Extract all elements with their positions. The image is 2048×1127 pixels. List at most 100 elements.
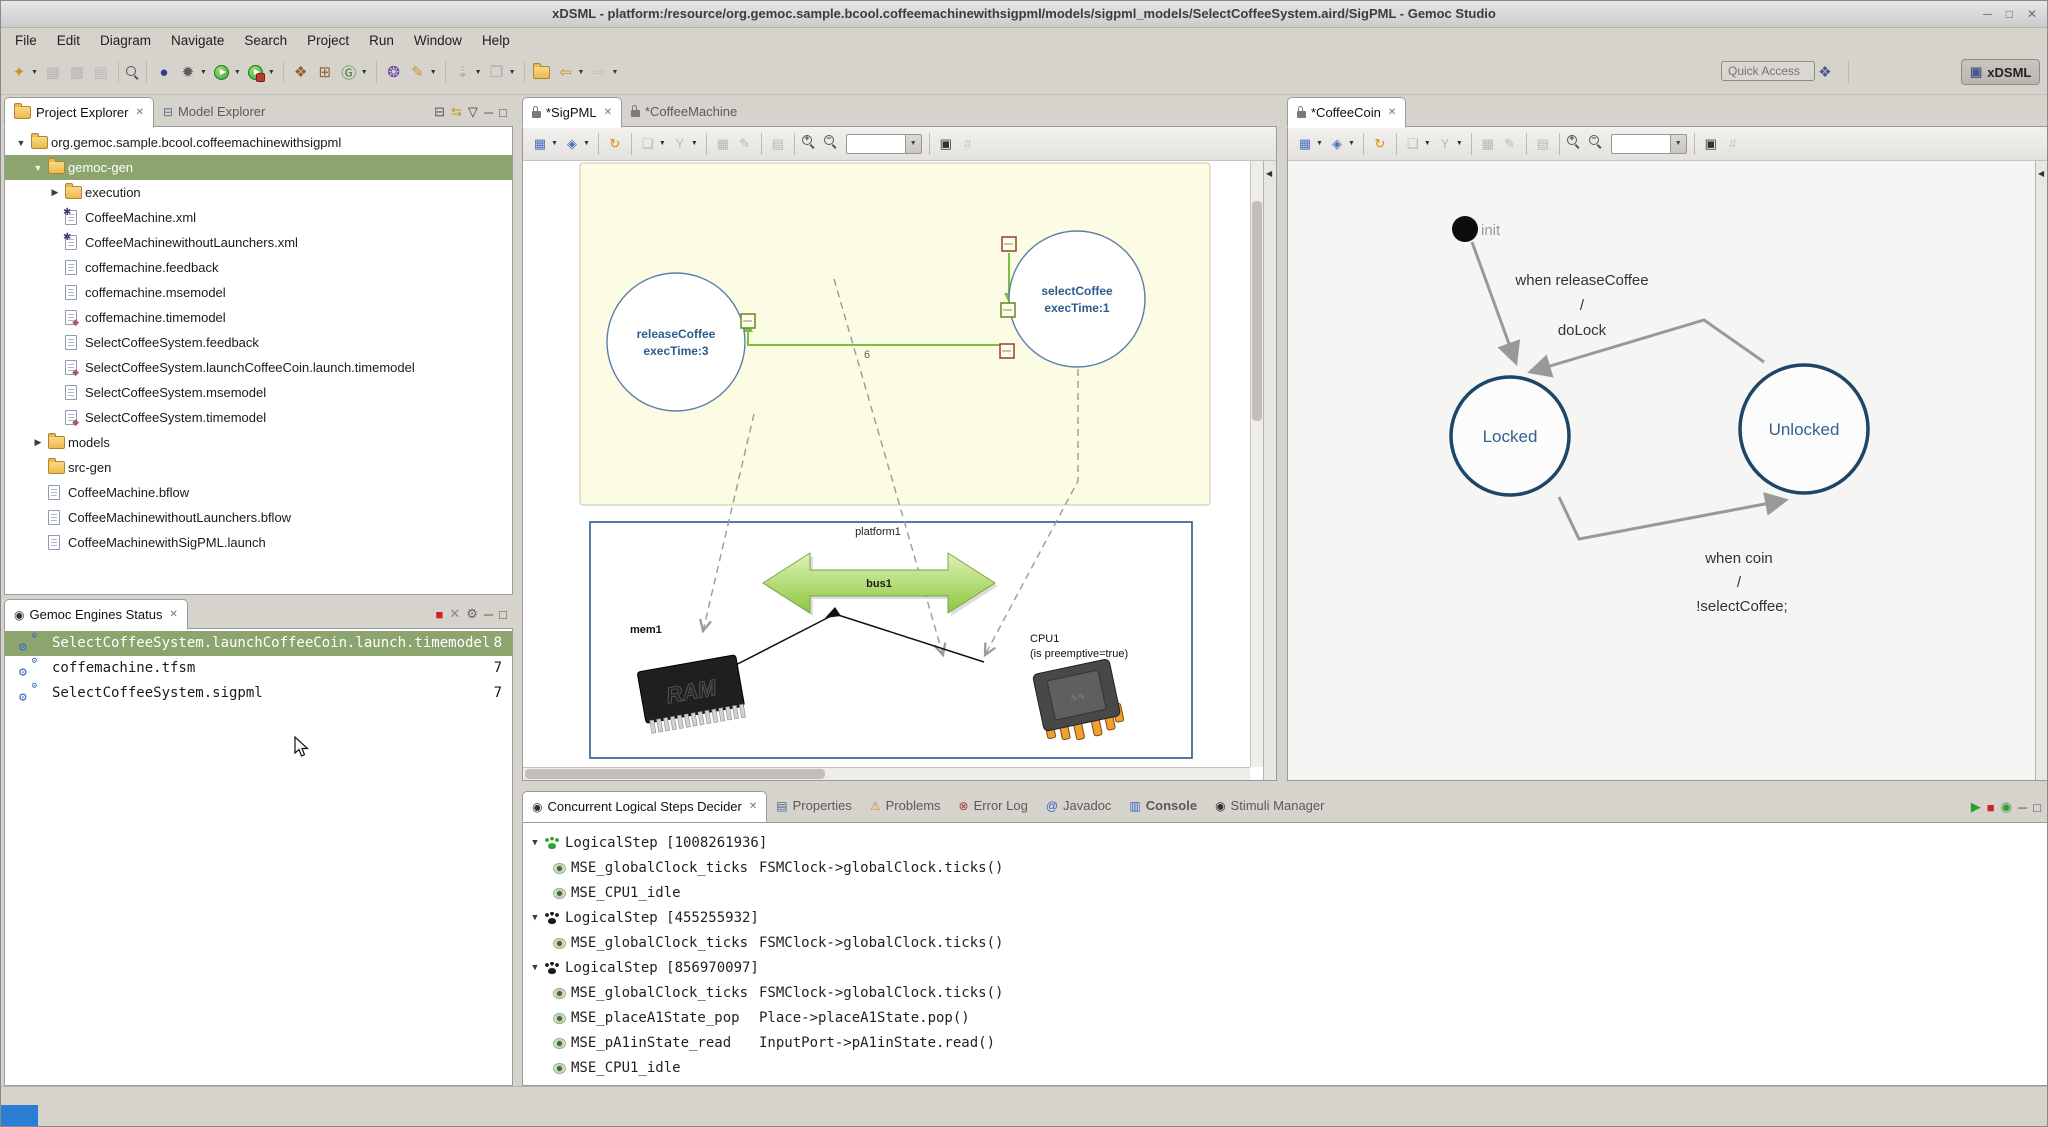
tree-item-gemoc-gen[interactable]: ▼gemoc-gen: [5, 155, 512, 180]
chevron-down-icon[interactable]: ▼: [583, 140, 590, 147]
snapshot-icon[interactable]: ▣: [936, 134, 956, 154]
new-gemoc-project-icon[interactable]: Ⓖ: [338, 61, 360, 83]
mse-row[interactable]: MSE_pA1inState_readInputPort->pA1inState…: [523, 1031, 2048, 1056]
mse-row[interactable]: MSE_CPU1_idle: [523, 881, 2048, 906]
twistie-icon[interactable]: ▼: [529, 838, 541, 848]
tree-item-selectcoffeesystem-launchcoffeecoin-launch-timemodel[interactable]: SelectCoffeeSystem.launchCoffeeCoin.laun…: [5, 355, 512, 380]
annotate-icon[interactable]: ✎: [407, 61, 429, 83]
export-diagram-icon[interactable]: ▦: [713, 134, 733, 154]
search-dialog-icon[interactable]: [125, 65, 140, 80]
tab-concurrent-logical-steps-decider[interactable]: ◉Concurrent Logical Steps Decider✕: [522, 791, 767, 822]
tree-item-coffeemachine-bflow[interactable]: CoffeeMachine.bflow: [5, 480, 512, 505]
chevron-down-icon[interactable]: ▼: [234, 69, 241, 76]
tree-item-src-gen[interactable]: src-gen: [5, 455, 512, 480]
close-icon[interactable]: ✕: [169, 609, 177, 620]
tab-problems[interactable]: ⚠Problems: [861, 791, 950, 820]
tree-item-selectcoffeesystem-msemodel[interactable]: SelectCoffeeSystem.msemodel: [5, 380, 512, 405]
chevron-down-icon[interactable]: ▼: [361, 69, 368, 76]
export-diagram-icon[interactable]: ▦: [1478, 134, 1498, 154]
pe-minimize-icon[interactable]: ─: [484, 105, 493, 120]
mse-row[interactable]: MSE_CPU1_idle: [523, 1056, 2048, 1081]
engine-row[interactable]: SelectCoffeeSystem.launchCoffeeCoin.laun…: [5, 631, 512, 656]
zoom-level-input[interactable]: [1611, 134, 1671, 154]
new-package-icon[interactable]: ❖: [290, 61, 312, 83]
close-icon[interactable]: ✕: [749, 801, 757, 812]
mse-row[interactable]: MSE_globalClock_ticksFSMClock->globalClo…: [523, 981, 2048, 1006]
save-icon[interactable]: ▦: [42, 61, 64, 83]
chevron-down-icon[interactable]: ▼: [268, 69, 275, 76]
chevron-down-icon[interactable]: ▼: [430, 69, 437, 76]
zoom-level-input[interactable]: [846, 134, 906, 154]
debug-model-icon[interactable]: ●: [153, 61, 175, 83]
tab-stimuli-manager[interactable]: ◉Stimuli Manager: [1206, 791, 1333, 820]
copy-appearance-icon[interactable]: ❏: [638, 134, 658, 154]
menu-search[interactable]: Search: [234, 30, 297, 51]
save-all-icon[interactable]: ▩: [66, 61, 88, 83]
zoom-level-combo[interactable]: ▼: [1611, 134, 1687, 154]
menu-file[interactable]: File: [5, 30, 47, 51]
collapsed-palette[interactable]: ◀: [2035, 161, 2048, 780]
actor-releasecoffee[interactable]: [607, 273, 745, 411]
decider-resume-icon[interactable]: ▶: [1971, 799, 1981, 815]
chevron-down-icon[interactable]: ▼: [509, 69, 516, 76]
menu-edit[interactable]: Edit: [47, 30, 90, 51]
logical-step-row[interactable]: ▼LogicalStep [1008261936]: [523, 831, 2048, 856]
snapshot-icon[interactable]: ▣: [1701, 134, 1721, 154]
run-icon[interactable]: [211, 61, 233, 83]
tree-item-org-gemoc-sample-bcool-coffeemachinewithsigpml[interactable]: ▼org.gemoc.sample.bcool.coffeemachinewit…: [5, 130, 512, 155]
tab--coffeemachine[interactable]: *CoffeeMachine: [622, 97, 746, 126]
tree-item-models[interactable]: ▶models: [5, 430, 512, 455]
pe-maximize-icon[interactable]: □: [499, 105, 507, 120]
close-icon[interactable]: ✕: [1388, 107, 1396, 118]
pe-collapse-all-icon[interactable]: ⊟: [434, 104, 445, 120]
eng-dispose-engine-icon[interactable]: ✕: [449, 606, 460, 622]
palette-expand-icon[interactable]: ◀: [2038, 169, 2044, 178]
splitter-editors[interactable]: [1277, 97, 1287, 781]
chevron-down-icon[interactable]: ▼: [1424, 140, 1431, 147]
edit-mode-icon[interactable]: ✎: [735, 134, 755, 154]
decider-engine-health-icon[interactable]: ◉: [2001, 799, 2012, 815]
chevron-down-icon[interactable]: ▼: [31, 69, 38, 76]
collapsed-palette[interactable]: ◀: [1263, 161, 1276, 780]
menu-window[interactable]: Window: [404, 30, 472, 51]
tab-properties[interactable]: ▤Properties: [767, 791, 861, 820]
chevron-down-icon[interactable]: ▼: [1671, 134, 1687, 154]
sigpml-canvas[interactable]: 6 1 releaseCoffee execTime:3 selectCoffe…: [522, 161, 1277, 781]
scrollbar-thumb[interactable]: [1252, 201, 1262, 421]
select-diagram-element-icon[interactable]: ▦: [530, 134, 550, 154]
menu-run[interactable]: Run: [359, 30, 404, 51]
grid-icon[interactable]: #: [958, 134, 978, 154]
tree-item-selectcoffeesystem-timemodel[interactable]: SelectCoffeeSystem.timemodel: [5, 405, 512, 430]
refresh-diagram-icon[interactable]: ↻: [605, 134, 625, 154]
quick-access-input[interactable]: [1721, 61, 1815, 81]
twistie-icon[interactable]: ▼: [529, 963, 541, 973]
twistie-icon[interactable]: ▶: [49, 187, 61, 198]
chevron-down-icon[interactable]: ▼: [551, 140, 558, 147]
menu-project[interactable]: Project: [297, 30, 359, 51]
mse-row[interactable]: MSE_globalClock_ticksFSMClock->globalClo…: [523, 856, 2048, 881]
copy-appearance-icon[interactable]: ❏: [1403, 134, 1423, 154]
chevron-down-icon[interactable]: ▼: [578, 69, 585, 76]
chevron-down-icon[interactable]: ▼: [1316, 140, 1323, 147]
tab-error-log[interactable]: ⊗Error Log: [950, 791, 1037, 820]
tab--sigpml[interactable]: *SigPML✕: [522, 97, 622, 128]
actor-selectcoffee[interactable]: [1009, 231, 1145, 367]
tree-item-coffeemachinewithoutlaunchers-bflow[interactable]: CoffeeMachinewithoutLaunchers.bflow: [5, 505, 512, 530]
forward-icon[interactable]: ⇨: [588, 61, 610, 83]
run-last-icon[interactable]: [245, 61, 267, 83]
splitter-bottom[interactable]: [522, 781, 2048, 791]
layout-filter-icon[interactable]: ◈: [1327, 134, 1347, 154]
twistie-icon[interactable]: ▼: [32, 163, 44, 173]
engine-row[interactable]: coffemachine.tfsm7: [5, 656, 512, 681]
perspective-button-xdsml[interactable]: ▣ xDSML: [1961, 59, 2040, 85]
chevron-down-icon[interactable]: ▼: [200, 69, 207, 76]
initial-transition[interactable]: [1472, 242, 1516, 363]
tree-item-coffeemachine-xml[interactable]: CoffeeMachine.xml: [5, 205, 512, 230]
open-perspective-icon[interactable]: ❖: [1814, 61, 1836, 83]
paste-format-icon[interactable]: ▤: [1533, 134, 1553, 154]
tree-item-selectcoffeesystem-feedback[interactable]: SelectCoffeeSystem.feedback: [5, 330, 512, 355]
distribute-icon[interactable]: Y: [670, 134, 690, 154]
decider-stop-icon[interactable]: ■: [1987, 800, 1995, 815]
transition-locked-to-unlocked[interactable]: [1559, 497, 1786, 539]
decider-minimize-icon[interactable]: ─: [2018, 800, 2027, 815]
